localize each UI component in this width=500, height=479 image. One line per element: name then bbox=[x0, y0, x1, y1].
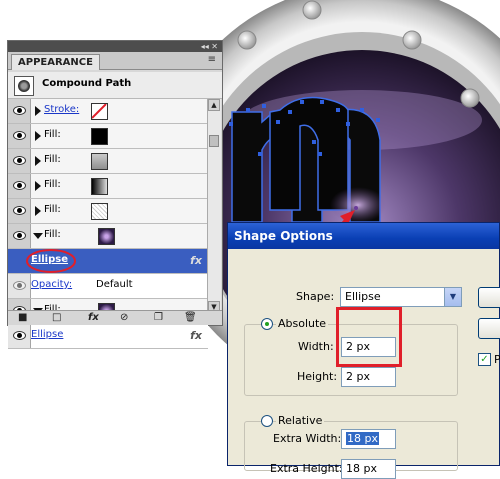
dialog-title[interactable]: Shape Options bbox=[228, 223, 499, 249]
annotation-highlight-box bbox=[336, 307, 402, 367]
shape-dropdown-value: Ellipse bbox=[345, 290, 381, 303]
preview-label: P bbox=[494, 353, 500, 366]
bolt-icon bbox=[302, 0, 322, 20]
preview-checkbox[interactable]: ✓ bbox=[478, 353, 491, 366]
bolt-icon bbox=[402, 30, 422, 50]
trash-icon[interactable]: 🗑 bbox=[184, 312, 197, 323]
panel-window-controls[interactable]: ◂◂ ✕ bbox=[201, 41, 218, 52]
add-stroke-icon[interactable]: ■ bbox=[18, 312, 27, 323]
row-label: Fill: bbox=[44, 229, 61, 240]
eye-icon[interactable] bbox=[13, 181, 26, 190]
chevron-down-icon[interactable]: ▼ bbox=[444, 288, 461, 306]
fill-swatch-grey[interactable] bbox=[91, 153, 108, 170]
relative-radio[interactable] bbox=[261, 415, 273, 427]
appearance-row-fill[interactable]: Fill: bbox=[8, 124, 208, 149]
extra-width-label: Extra Width: bbox=[273, 432, 342, 445]
expand-triangle-icon[interactable] bbox=[35, 131, 41, 141]
appearance-panel: ◂◂ ✕ APPEARANCE ≡ Compound Path Stroke: … bbox=[7, 40, 223, 349]
row-label: Fill: bbox=[44, 179, 61, 190]
width-label: Width: bbox=[298, 340, 334, 353]
cancel-button[interactable] bbox=[478, 318, 500, 339]
fx-icon[interactable]: fx bbox=[190, 329, 202, 342]
height-label: Height: bbox=[297, 370, 338, 383]
add-fill-icon[interactable]: □ bbox=[52, 312, 61, 323]
duplicate-item-icon[interactable]: ❐ bbox=[154, 312, 163, 323]
expand-triangle-icon[interactable] bbox=[35, 206, 41, 216]
eye-icon[interactable] bbox=[13, 206, 26, 215]
row-label: Fill: bbox=[44, 129, 61, 140]
fx-icon[interactable]: fx bbox=[190, 254, 202, 267]
row-label: Fill: bbox=[44, 154, 61, 165]
expand-triangle-icon[interactable] bbox=[35, 181, 41, 191]
fill-swatch-purple[interactable] bbox=[98, 228, 115, 245]
opacity-value: Default bbox=[96, 279, 133, 290]
appearance-header: Compound Path bbox=[8, 72, 222, 99]
height-field[interactable]: 2 px bbox=[341, 367, 396, 387]
eye-icon[interactable] bbox=[13, 231, 26, 240]
center-glow bbox=[330, 187, 386, 223]
stroke-swatch[interactable] bbox=[91, 103, 108, 120]
scroll-thumb[interactable] bbox=[209, 135, 219, 147]
scroll-up-icon[interactable]: ▲ bbox=[208, 99, 220, 111]
opacity-row[interactable]: Opacity: Default bbox=[8, 274, 208, 299]
bolt-icon bbox=[460, 88, 480, 108]
extra-width-field[interactable]: 18 px bbox=[341, 429, 396, 449]
collapse-triangle-icon[interactable] bbox=[33, 233, 43, 239]
row-label[interactable]: Stroke: bbox=[44, 104, 79, 115]
panel-footer-toolbar: ■ □ fx ⊘ ❐ 🗑 bbox=[8, 310, 222, 325]
effect-link-ellipse[interactable]: Ellipse bbox=[31, 329, 63, 340]
appearance-row-fill[interactable]: Fill: bbox=[8, 199, 208, 224]
panel-menu-icon[interactable]: ≡ bbox=[208, 54, 216, 65]
appearance-row-stroke[interactable]: Stroke: bbox=[8, 99, 208, 124]
opacity-link[interactable]: Opacity: bbox=[31, 279, 72, 290]
absolute-label: Absolute bbox=[276, 317, 329, 330]
shape-label: Shape: bbox=[296, 290, 335, 303]
row-label: Fill: bbox=[44, 204, 61, 215]
object-type-label: Compound Path bbox=[42, 78, 132, 89]
eye-icon[interactable] bbox=[13, 156, 26, 165]
effect-row-ellipse[interactable]: Ellipse fx bbox=[8, 324, 208, 349]
absolute-radio[interactable] bbox=[261, 318, 273, 330]
bolt-icon bbox=[237, 30, 257, 50]
eye-icon[interactable] bbox=[13, 131, 26, 140]
extra-height-label: Extra Height: bbox=[270, 462, 343, 475]
extra-width-value: 18 px bbox=[346, 432, 379, 445]
height-value: 2 px bbox=[346, 370, 370, 383]
annotation-circle bbox=[26, 249, 76, 273]
fill-swatch-black[interactable] bbox=[91, 128, 108, 145]
panel-tab-row: APPEARANCE ≡ bbox=[8, 52, 222, 70]
relative-label: Relative bbox=[276, 414, 325, 427]
appearance-row-fill[interactable]: Fill: bbox=[8, 149, 208, 174]
clear-appearance-icon[interactable]: ⊘ bbox=[120, 312, 128, 323]
eye-icon[interactable] bbox=[13, 331, 26, 340]
extra-height-value: 18 px bbox=[346, 462, 377, 475]
shape-dropdown[interactable]: Ellipse ▼ bbox=[340, 287, 462, 307]
expand-triangle-icon[interactable] bbox=[35, 106, 41, 116]
panel-scrollbar[interactable]: ▲ ▼ bbox=[207, 99, 221, 313]
expand-triangle-icon[interactable] bbox=[35, 156, 41, 166]
effect-row-ellipse[interactable]: Ellipse fx bbox=[8, 249, 208, 274]
tab-appearance[interactable]: APPEARANCE bbox=[11, 54, 100, 70]
eye-icon[interactable] bbox=[13, 106, 26, 115]
fill-swatch-pattern[interactable] bbox=[91, 203, 108, 220]
eye-icon[interactable] bbox=[13, 281, 26, 290]
ok-button[interactable] bbox=[478, 287, 500, 308]
appearance-row-fill-expanded[interactable]: Fill: bbox=[8, 224, 208, 249]
extra-height-field[interactable]: 18 px bbox=[341, 459, 396, 479]
fill-swatch-gradient[interactable] bbox=[91, 178, 108, 195]
object-thumbnail bbox=[14, 76, 34, 96]
add-effect-icon[interactable]: fx bbox=[88, 312, 99, 323]
appearance-row-fill[interactable]: Fill: bbox=[8, 174, 208, 199]
panel-titlebar[interactable]: ◂◂ ✕ bbox=[8, 41, 222, 52]
